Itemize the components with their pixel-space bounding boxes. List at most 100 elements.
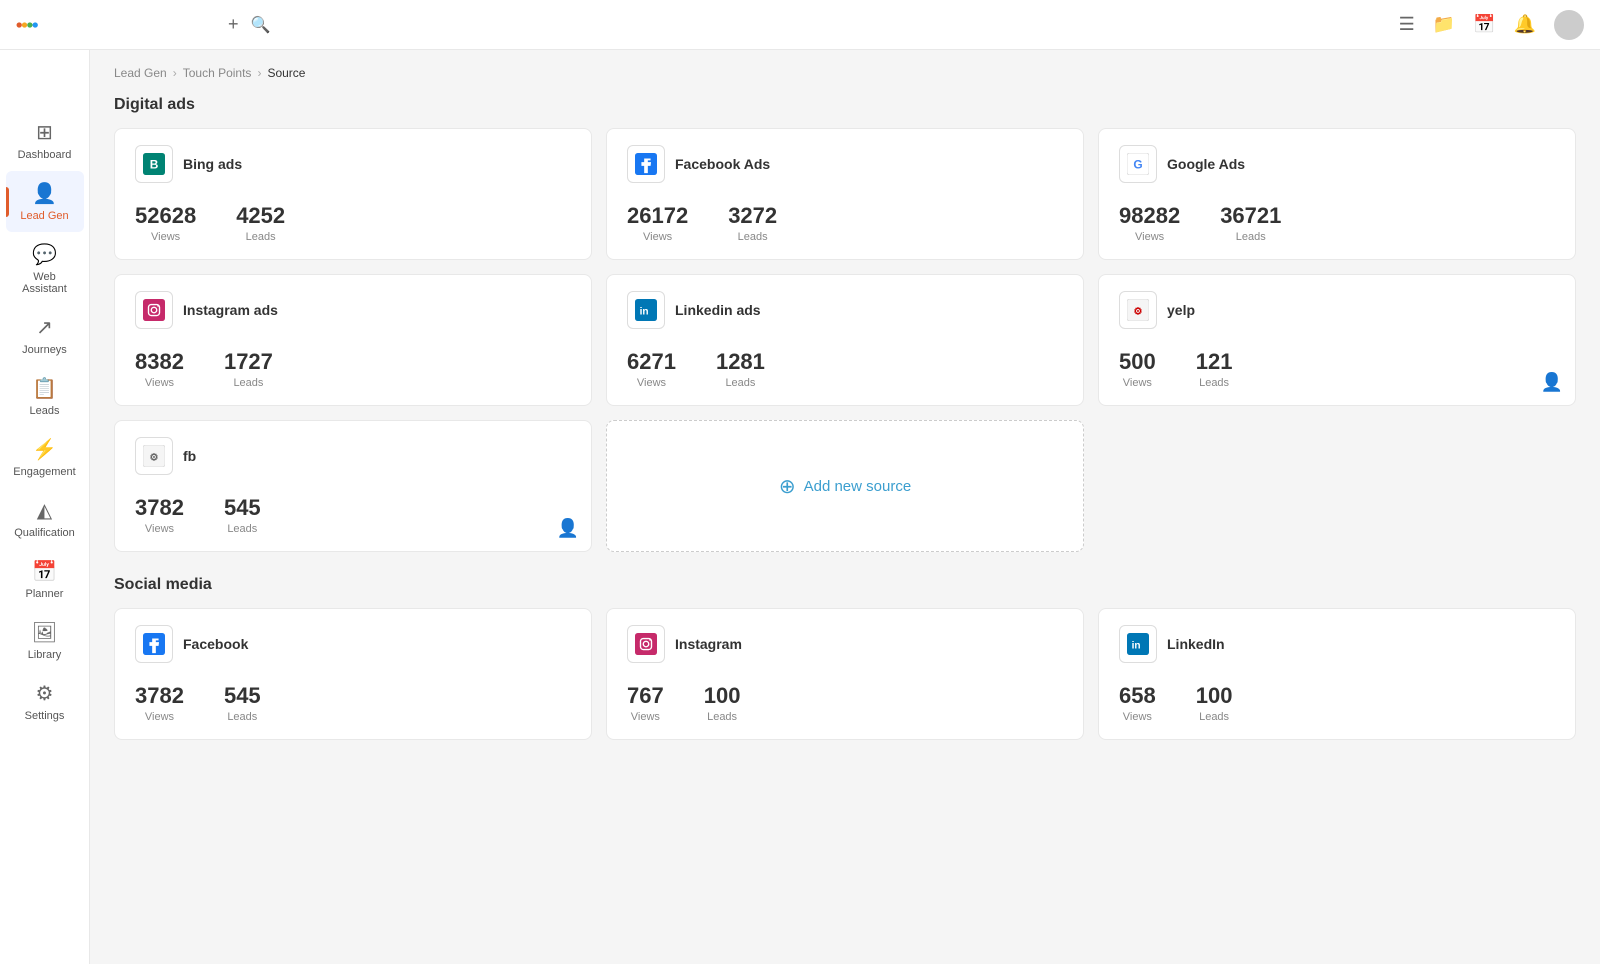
topbar-actions: ☰ 📁 📅 🔔 xyxy=(1381,10,1584,40)
bell-icon[interactable]: 🔔 xyxy=(1514,14,1536,35)
views-value-linkedin-sm: 658 xyxy=(1119,683,1156,709)
svg-text:G: G xyxy=(1133,158,1142,172)
stat-leads-facebook-sm: 545 Leads xyxy=(224,683,261,723)
stat-leads-linkedin-sm: 100 Leads xyxy=(1196,683,1233,723)
stat-views-google-ads: 98282 Views xyxy=(1119,203,1180,243)
views-label-linkedin-sm: Views xyxy=(1119,711,1156,723)
card-stats-facebook-ads: 26172 Views 3272 Leads xyxy=(627,203,1063,243)
stat-leads-linkedin-ads: 1281 Leads xyxy=(716,349,765,389)
section-title-social-media: Social media xyxy=(114,576,1576,594)
card-name-instagram-ads: Instagram ads xyxy=(183,302,278,318)
source-card-facebook-ads[interactable]: Facebook Ads 26172 Views 3272 Leads xyxy=(606,128,1084,260)
source-card-google-ads[interactable]: G Google Ads 98282 Views 36721 Leads xyxy=(1098,128,1576,260)
user-icon-yelp: 👤 xyxy=(1541,372,1563,393)
sidebar-item-settings[interactable]: ⚙Settings xyxy=(6,671,84,732)
leads-icon: 📋 xyxy=(32,376,57,401)
list-view-icon[interactable]: ☰ xyxy=(1399,14,1415,35)
views-label-instagram-ads: Views xyxy=(135,377,184,389)
card-icon-linkedin-ads: in xyxy=(627,291,665,329)
breadcrumb-lead-gen[interactable]: Lead Gen xyxy=(114,66,167,80)
card-icon-facebook-sm xyxy=(135,625,173,663)
card-name-linkedin-sm: LinkedIn xyxy=(1167,636,1225,652)
leads-value-fb: 545 xyxy=(224,495,261,521)
card-name-facebook-ads: Facebook Ads xyxy=(675,156,770,172)
stat-leads-instagram-sm: 100 Leads xyxy=(704,683,741,723)
topbar: + 🔍 ☰ 📁 📅 🔔 xyxy=(0,0,1600,50)
card-name-linkedin-ads: Linkedin ads xyxy=(675,302,761,318)
views-label-instagram-sm: Views xyxy=(627,711,664,723)
card-stats-fb: 3782 Views 545 Leads xyxy=(135,495,571,535)
source-card-linkedin-sm[interactable]: in LinkedIn 658 Views 100 Leads xyxy=(1098,608,1576,740)
leads-value-instagram-ads: 1727 xyxy=(224,349,273,375)
sidebar-item-web-assistant[interactable]: 💬Web Assistant xyxy=(6,232,84,305)
breadcrumb-touch-points[interactable]: Touch Points xyxy=(183,66,252,80)
source-card-instagram-ads[interactable]: Instagram ads 8382 Views 1727 Leads xyxy=(114,274,592,406)
views-value-google-ads: 98282 xyxy=(1119,203,1180,229)
views-label-bing-ads: Views xyxy=(135,231,196,243)
card-stats-instagram-ads: 8382 Views 1727 Leads xyxy=(135,349,571,389)
card-header-instagram-sm: Instagram xyxy=(627,625,1063,663)
calendar-icon[interactable]: 📅 xyxy=(1473,14,1495,35)
sidebar-label-engagement: Engagement xyxy=(13,466,75,478)
sidebar-label-journeys: Journeys xyxy=(22,344,67,356)
card-icon-linkedin-sm: in xyxy=(1119,625,1157,663)
card-icon-facebook-ads xyxy=(627,145,665,183)
sidebar-item-qualification[interactable]: ◭Qualification xyxy=(6,488,84,549)
leads-value-google-ads: 36721 xyxy=(1220,203,1281,229)
sections-container: Digital ads B Bing ads 52628 Views 4252 … xyxy=(114,96,1576,740)
sidebar-item-engagement[interactable]: ⚡Engagement xyxy=(6,427,84,488)
leads-label-instagram-ads: Leads xyxy=(224,377,273,389)
source-card-fb[interactable]: 🗑 ⚙ fb 3782 Views 545 Leads 👤 xyxy=(114,420,592,552)
stat-leads-bing-ads: 4252 Leads xyxy=(236,203,285,243)
source-card-instagram-sm[interactable]: Instagram 767 Views 100 Leads xyxy=(606,608,1084,740)
views-value-instagram-ads: 8382 xyxy=(135,349,184,375)
views-value-facebook-sm: 3782 xyxy=(135,683,184,709)
sidebar-item-library[interactable]: 🖼Library xyxy=(6,610,84,671)
add-source-card[interactable]: ⊕ Add new source xyxy=(606,420,1084,552)
stat-views-instagram-ads: 8382 Views xyxy=(135,349,184,389)
sidebar-item-planner[interactable]: 📅Planner xyxy=(6,549,84,610)
card-header-fb: ⚙ fb xyxy=(135,437,571,475)
leads-label-linkedin-sm: Leads xyxy=(1196,711,1233,723)
leads-value-facebook-ads: 3272 xyxy=(728,203,777,229)
source-card-facebook-sm[interactable]: Facebook 3782 Views 545 Leads xyxy=(114,608,592,740)
svg-text:⚙: ⚙ xyxy=(1133,307,1142,318)
sidebar-item-journeys[interactable]: ↗Journeys xyxy=(6,305,84,366)
card-name-fb: fb xyxy=(183,448,196,464)
add-icon[interactable]: + xyxy=(228,14,239,35)
card-name-bing-ads: Bing ads xyxy=(183,156,242,172)
sidebar-label-settings: Settings xyxy=(25,710,65,722)
leads-label-instagram-sm: Leads xyxy=(704,711,741,723)
card-icon-instagram-ads xyxy=(135,291,173,329)
stat-leads-google-ads: 36721 Leads xyxy=(1220,203,1281,243)
section-title-digital-ads: Digital ads xyxy=(114,96,1576,114)
stat-leads-yelp: 121 Leads xyxy=(1196,349,1233,389)
card-header-facebook-ads: Facebook Ads xyxy=(627,145,1063,183)
leads-label-facebook-sm: Leads xyxy=(224,711,261,723)
search-icon[interactable]: 🔍 xyxy=(251,15,271,35)
user-avatar[interactable] xyxy=(1554,10,1584,40)
stat-views-facebook-sm: 3782 Views xyxy=(135,683,184,723)
leads-label-yelp: Leads xyxy=(1196,377,1233,389)
library-icon: 🖼 xyxy=(32,620,57,645)
sidebar-item-dashboard[interactable]: ⊞Dashboard xyxy=(6,110,84,171)
source-card-linkedin-ads[interactable]: in Linkedin ads 6271 Views 1281 Leads xyxy=(606,274,1084,406)
svg-text:⚙: ⚙ xyxy=(149,453,158,464)
folder-icon[interactable]: 📁 xyxy=(1433,14,1455,35)
source-card-bing-ads[interactable]: B Bing ads 52628 Views 4252 Leads xyxy=(114,128,592,260)
add-source-label: Add new source xyxy=(804,478,912,495)
stat-views-linkedin-ads: 6271 Views xyxy=(627,349,676,389)
sidebar-item-leads[interactable]: 📋Leads xyxy=(6,366,84,427)
section-digital-ads: Digital ads B Bing ads 52628 Views 4252 … xyxy=(114,96,1576,552)
sidebar-item-lead-gen[interactable]: 👤Lead Gen xyxy=(6,171,84,232)
card-header-google-ads: G Google Ads xyxy=(1119,145,1555,183)
add-source-content: ⊕ Add new source xyxy=(779,474,911,499)
views-label-linkedin-ads: Views xyxy=(627,377,676,389)
views-value-bing-ads: 52628 xyxy=(135,203,196,229)
leads-value-instagram-sm: 100 xyxy=(704,683,741,709)
lead-gen-icon: 👤 xyxy=(32,181,57,206)
card-icon-instagram-sm xyxy=(627,625,665,663)
leads-value-facebook-sm: 545 xyxy=(224,683,261,709)
source-card-yelp[interactable]: 🗑 ⚙ yelp 500 Views 121 Leads 👤 xyxy=(1098,274,1576,406)
sidebar-label-dashboard: Dashboard xyxy=(18,149,72,161)
